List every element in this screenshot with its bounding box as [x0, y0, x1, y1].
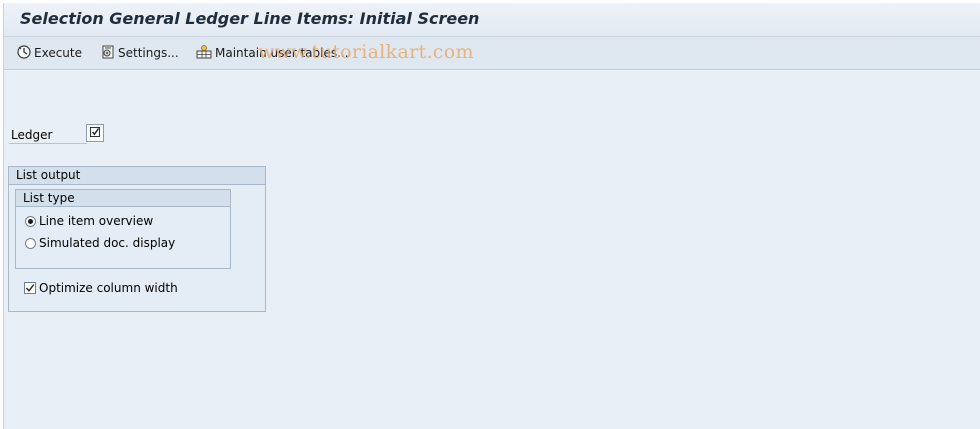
list-output-title: List output: [9, 167, 265, 185]
radio-label: Simulated doc. display: [39, 236, 176, 250]
application-toolbar: Execute Settings... Maintain user tables…: [4, 37, 980, 70]
execute-label: Execute: [34, 46, 82, 60]
settings-label: Settings...: [118, 46, 179, 60]
checkmark-icon: [89, 126, 101, 141]
execute-clock-icon: [16, 44, 34, 63]
list-output-group: List output List type Line item overview…: [8, 166, 266, 312]
ledger-label: Ledger: [9, 127, 87, 144]
title-bar: Selection General Ledger Line Items: Ini…: [4, 3, 980, 37]
watermark-text: www.tutorialkart.com: [258, 41, 474, 63]
settings-icon: [100, 44, 118, 63]
radio-line-item-overview[interactable]: Line item overview: [25, 213, 153, 229]
radio-label: Line item overview: [39, 214, 154, 228]
optimize-column-width-checkbox[interactable]: Optimize column width: [24, 280, 178, 296]
optimize-label: Optimize column width: [39, 281, 178, 295]
checkmark-icon: [24, 282, 36, 294]
radio-simulated-doc-display[interactable]: Simulated doc. display: [25, 235, 175, 251]
radio-unselected-icon: [25, 237, 36, 249]
radio-selected-icon: [25, 215, 36, 227]
sap-window: Selection General Ledger Line Items: Ini…: [3, 3, 980, 429]
list-type-group: List type Line item overview Simulated d…: [15, 189, 231, 269]
execute-button[interactable]: Execute: [16, 44, 82, 62]
maintain-tables-icon: [195, 44, 215, 63]
page-title: Selection General Ledger Line Items: Ini…: [20, 9, 480, 28]
ledger-checkbox[interactable]: [86, 124, 104, 142]
list-type-title: List type: [16, 190, 230, 207]
settings-button[interactable]: Settings...: [100, 44, 179, 62]
